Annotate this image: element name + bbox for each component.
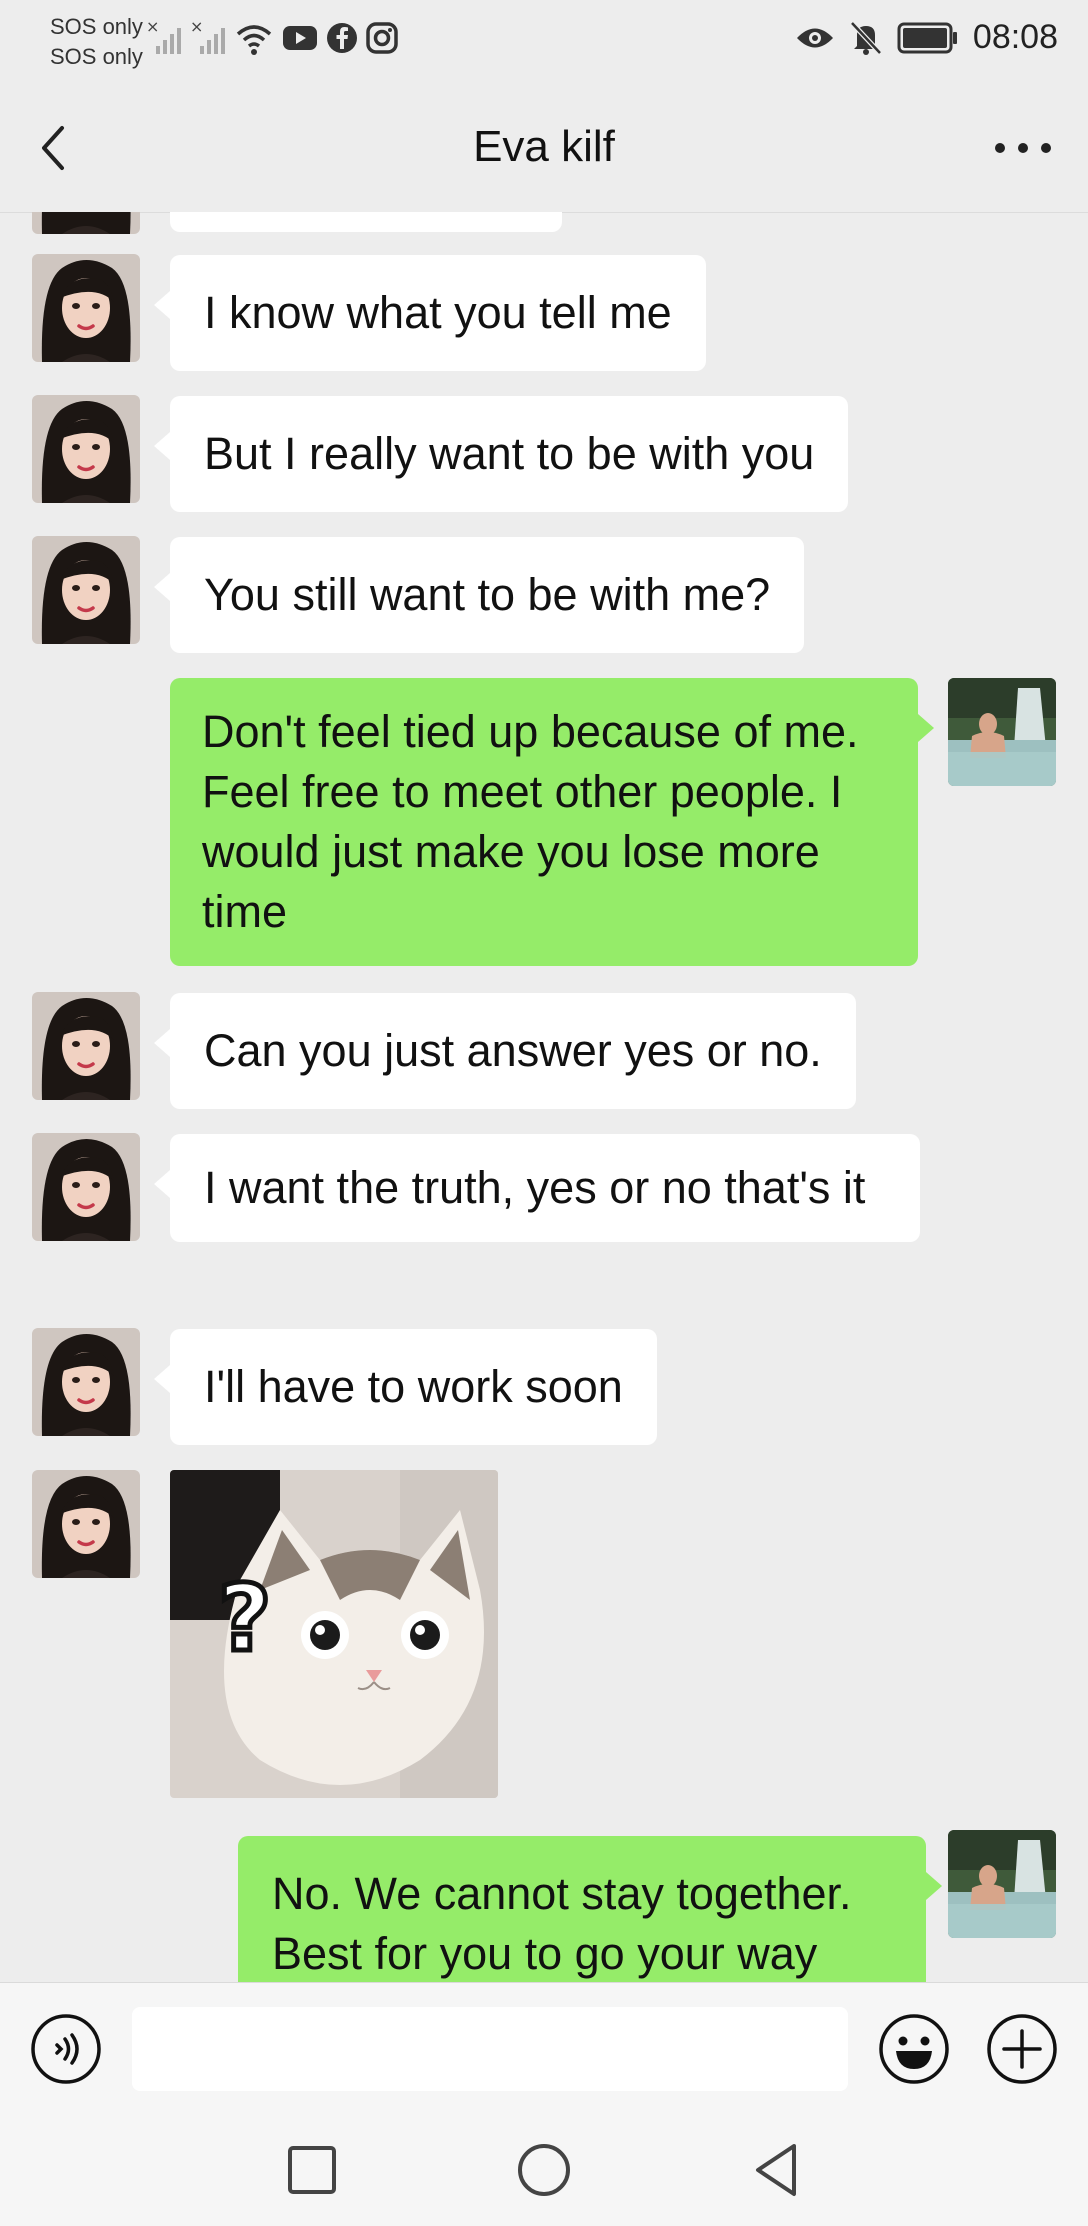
contact-avatar[interactable] [32, 992, 140, 1100]
more-horizontal-icon[interactable] [988, 126, 1058, 170]
emoji-icon[interactable] [878, 2013, 950, 2085]
youtube-icon [283, 26, 317, 50]
message-bubble-incoming[interactable]: I want the truth, yes or no that's it [154, 1134, 920, 1242]
message-bubble-incoming[interactable]: I'll have to work soon [154, 1329, 657, 1445]
home-circle-icon[interactable] [514, 2140, 574, 2200]
eye-icon [796, 28, 833, 47]
message-bubble-outgoing[interactable]: No. We cannot stay together. Best for yo… [238, 1836, 942, 1982]
voice-icon[interactable] [30, 2013, 102, 2085]
contact-avatar[interactable] [32, 395, 140, 503]
signal-off-icon: × [190, 18, 225, 54]
recents-square-icon[interactable] [282, 2140, 342, 2200]
message-bubble-incoming[interactable]: You still want to be with me? [153, 537, 805, 653]
input-bar [0, 1982, 1088, 2115]
contact-avatar[interactable] [32, 1133, 140, 1241]
contact-avatar[interactable] [32, 1328, 140, 1436]
clock: 08:08 [972, 18, 1058, 56]
svg-text:×: × [146, 18, 159, 36]
sos-label-2: SOS only [50, 44, 143, 69]
question-mark-text: ? [218, 1565, 271, 1672]
bell-muted-icon [850, 20, 882, 55]
message-bubble-outgoing[interactable]: Don't feel tied up because of me. Feel f… [170, 678, 934, 966]
wifi-icon [236, 25, 272, 55]
my-avatar[interactable] [948, 1830, 1056, 1938]
chat-header: Eva kilf [0, 86, 1088, 213]
my-avatar[interactable] [948, 678, 1056, 786]
cat-sticker-image[interactable]: ? [170, 1470, 498, 1798]
message-list[interactable]: I know what you tell me But I really wan… [0, 212, 1088, 1982]
sos-label-1: SOS only [50, 14, 143, 39]
chat-title: Eva kilf [473, 122, 615, 171]
contact-avatar[interactable] [32, 254, 140, 362]
battery-icon [897, 22, 957, 53]
message-bubble-incoming[interactable]: Can you just answer yes or no. [154, 993, 856, 1109]
contact-avatar[interactable] [32, 212, 140, 234]
status-bar: SOS only SOS only × × 08:08 [0, 0, 1088, 86]
message-bubble-partial[interactable] [170, 212, 562, 232]
plus-circle-icon[interactable] [986, 2013, 1058, 2085]
instagram-icon [366, 22, 398, 54]
system-nav-bar [0, 2114, 1088, 2226]
signal-off-icon: × [146, 18, 181, 54]
contact-avatar[interactable] [32, 536, 140, 644]
facebook-icon [327, 23, 357, 53]
message-bubble-incoming[interactable]: But I really want to be with you [153, 396, 849, 512]
contact-avatar[interactable] [32, 1470, 140, 1578]
svg-text:×: × [190, 18, 203, 36]
message-input[interactable] [132, 2007, 848, 2091]
message-bubble-incoming[interactable]: I know what you tell me [154, 255, 706, 371]
back-triangle-icon[interactable] [746, 2140, 806, 2200]
